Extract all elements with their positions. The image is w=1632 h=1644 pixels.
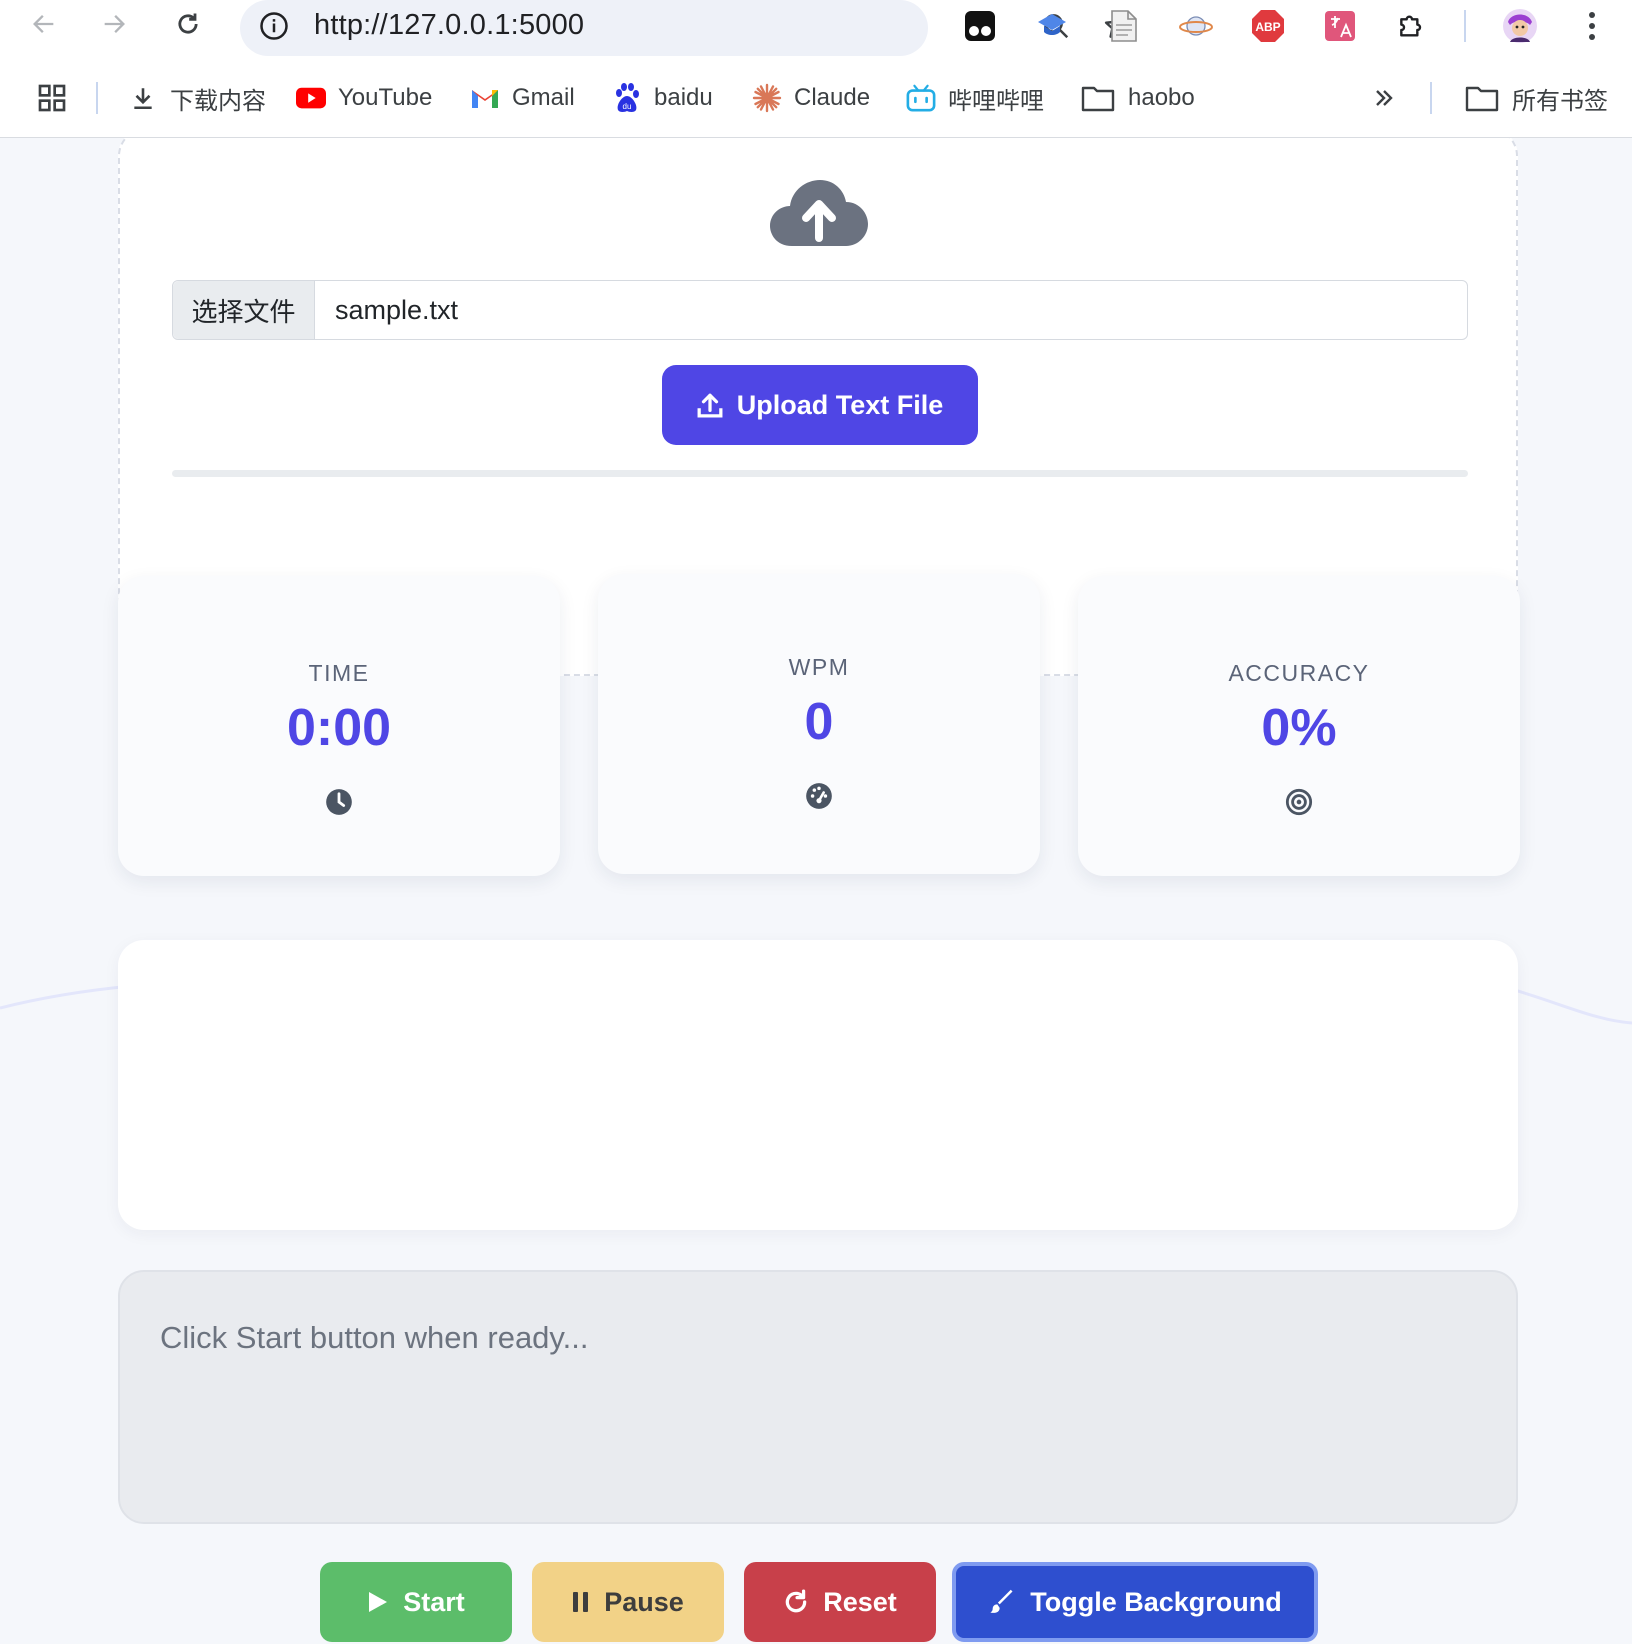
folder-icon xyxy=(1080,83,1116,113)
back-arrow-icon xyxy=(33,15,54,33)
upload-text-file-button[interactable]: Upload Text File xyxy=(662,365,978,445)
youtube-icon xyxy=(296,83,326,113)
puzzle-icon[interactable] xyxy=(1392,6,1432,46)
document-icon[interactable] xyxy=(1104,6,1144,46)
pause-button[interactable]: Pause xyxy=(532,1562,724,1642)
reload-button[interactable] xyxy=(166,2,210,46)
planet-icon[interactable] xyxy=(1176,6,1216,46)
typing-placeholder: Click Start button when ready... xyxy=(160,1320,589,1355)
bookmark-haobo[interactable]: haobo xyxy=(1080,78,1195,118)
accuracy-card: ACCURACY 0% xyxy=(1078,576,1520,876)
bookmark-label: 哔哩哔哩 xyxy=(948,87,1044,115)
address-bar[interactable]: http://127.0.0.1:5000 xyxy=(240,0,1132,56)
bookmark-label: Gmail xyxy=(512,84,575,111)
toolbar-divider xyxy=(1464,10,1466,42)
baidu-icon: du xyxy=(612,83,642,113)
bookmarks-divider xyxy=(96,82,98,114)
time-label: TIME xyxy=(308,660,370,686)
bookmark-downloads[interactable]: 下载内容 xyxy=(128,78,266,118)
all-bookmarks[interactable]: 所有书签 xyxy=(1464,78,1608,118)
browser-menu-icon[interactable] xyxy=(1572,6,1612,46)
bookmark-label: baidu xyxy=(654,84,713,111)
selected-file-name: sample.txt xyxy=(335,294,459,325)
gauge-icon xyxy=(806,783,832,809)
play-icon xyxy=(367,1590,389,1614)
tampermonkey-icon[interactable] xyxy=(960,6,1000,46)
browser-chrome: http://127.0.0.1:5000 ABP 下载内容 YouTube G… xyxy=(0,0,1632,138)
time-value: 0:00 xyxy=(286,699,392,757)
text-display-area xyxy=(118,940,1518,1230)
forward-arrow-icon xyxy=(104,15,125,33)
translate-icon[interactable] xyxy=(1320,6,1360,46)
start-label: Start xyxy=(403,1586,465,1617)
bookmarks-bar: 下载内容 YouTube Gmail du baidu Claude 哔哩哔哩 … xyxy=(0,72,1632,124)
download-icon xyxy=(128,83,158,113)
browser-toolbar: http://127.0.0.1:5000 ABP xyxy=(0,0,1632,56)
bookmark-bilibili[interactable]: 哔哩哔哩 xyxy=(906,78,1044,118)
choose-file-button[interactable]: 选择文件 xyxy=(173,281,315,339)
bookmark-baidu[interactable]: du baidu xyxy=(612,78,713,118)
claude-icon xyxy=(752,83,782,113)
apps-icon[interactable] xyxy=(36,78,68,118)
redo-icon xyxy=(783,1589,809,1615)
typing-input[interactable]: Click Start button when ready... xyxy=(118,1270,1518,1524)
svg-text:ABP: ABP xyxy=(1255,20,1280,34)
upload-icon xyxy=(697,392,723,418)
bookmark-gmail[interactable]: Gmail xyxy=(470,78,575,118)
wpm-card: WPM 0 xyxy=(598,574,1040,874)
time-card: TIME 0:00 xyxy=(118,576,560,876)
start-button[interactable]: Start xyxy=(320,1562,512,1642)
accuracy-value: 0% xyxy=(1261,699,1337,757)
adblock-icon[interactable]: ABP xyxy=(1248,6,1288,46)
wpm-label: WPM xyxy=(788,654,850,680)
toggle-background-label: Toggle Background xyxy=(1030,1586,1282,1617)
bookmarks-divider xyxy=(1430,82,1432,114)
svg-text:du: du xyxy=(623,102,632,111)
bookmark-label: Claude xyxy=(794,84,871,111)
avatar[interactable] xyxy=(1500,6,1540,46)
file-input[interactable]: 选择文件 sample.txt xyxy=(172,280,1468,340)
more-bookmarks-icon[interactable] xyxy=(1372,78,1396,118)
reset-button[interactable]: Reset xyxy=(744,1562,936,1642)
bilibili-icon xyxy=(906,83,936,113)
gmail-icon xyxy=(470,83,500,113)
all-bookmarks-label: 所有书签 xyxy=(1512,87,1608,115)
accuracy-label: ACCURACY xyxy=(1228,660,1370,686)
bookmark-claude[interactable]: Claude xyxy=(752,78,870,118)
site-info-icon[interactable] xyxy=(256,8,292,44)
bookmark-label: haobo xyxy=(1128,84,1195,111)
reset-label: Reset xyxy=(823,1586,897,1617)
scholar-icon[interactable] xyxy=(1032,6,1072,46)
wpm-value: 0 xyxy=(804,693,834,751)
target-icon xyxy=(1285,788,1313,816)
toggle-background-button[interactable]: Toggle Background xyxy=(952,1562,1318,1642)
pause-label: Pause xyxy=(604,1586,684,1617)
cloud-upload-icon xyxy=(770,180,868,246)
clock-icon xyxy=(326,789,352,815)
bookmark-label: 下载内容 xyxy=(170,87,266,115)
upload-progress-bar xyxy=(172,470,1468,477)
paintbrush-icon xyxy=(988,1588,1016,1616)
page-content: 选择文件 sample.txt Upload Text File TIME 0:… xyxy=(0,138,1632,1644)
bookmark-label: YouTube xyxy=(338,84,433,111)
forward-button[interactable] xyxy=(92,2,136,46)
reload-icon xyxy=(178,13,198,34)
back-button[interactable] xyxy=(22,2,66,46)
url-text[interactable]: http://127.0.0.1:5000 xyxy=(314,9,584,42)
folder-icon xyxy=(1464,83,1500,113)
pause-icon xyxy=(572,1591,590,1613)
bookmark-youtube[interactable]: YouTube xyxy=(296,78,432,118)
upload-button-label: Upload Text File xyxy=(736,389,944,420)
